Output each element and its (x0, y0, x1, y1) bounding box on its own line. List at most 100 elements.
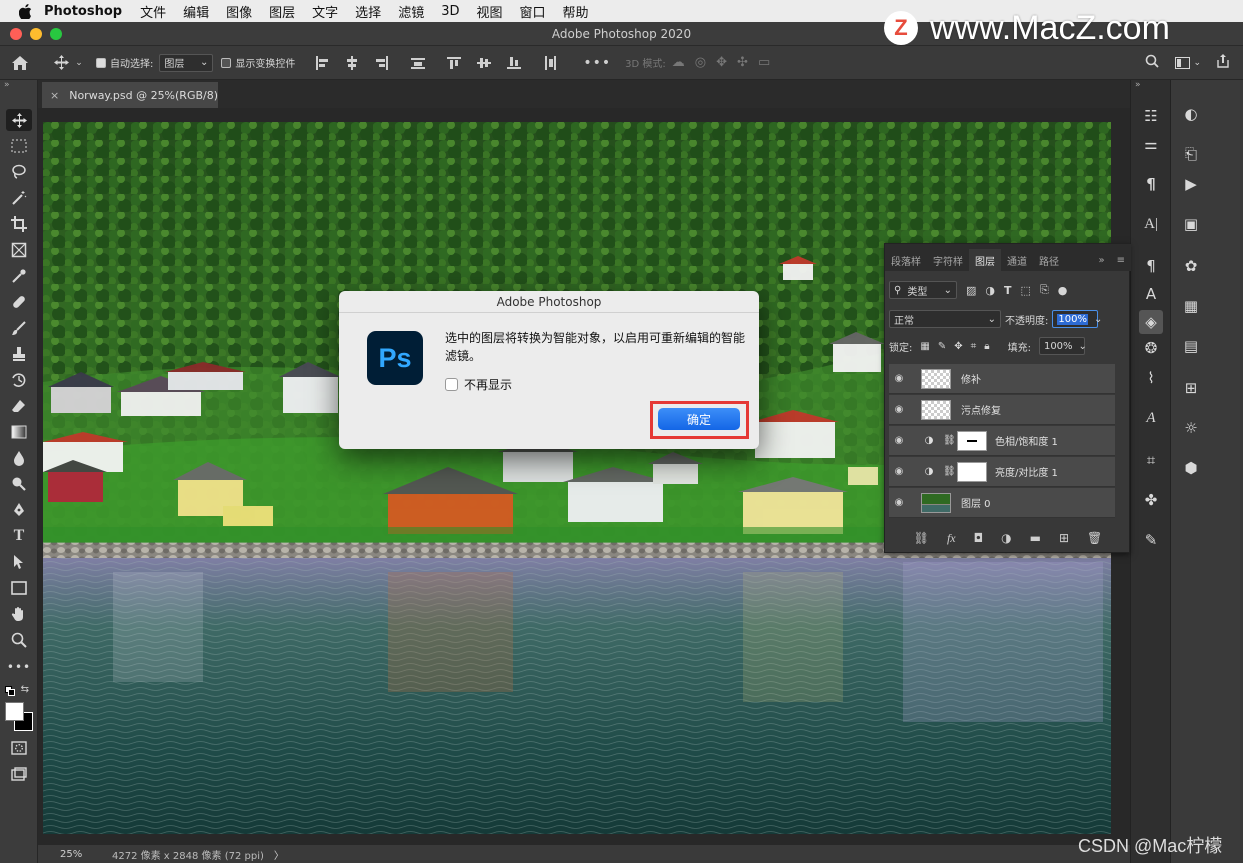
filter-shape-icon[interactable]: ⬚ (1021, 284, 1031, 297)
dont-show-again-option[interactable]: 不再显示 (445, 376, 512, 393)
align-top-icon[interactable] (447, 56, 462, 70)
new-adjustment-icon[interactable]: ◑ (1001, 531, 1011, 545)
color-swatches[interactable] (5, 702, 35, 732)
pen-tool[interactable] (6, 499, 32, 521)
character-styles-icon[interactable]: A (1139, 282, 1163, 306)
paths-icon[interactable]: ⌇ (1139, 366, 1163, 390)
ok-button[interactable]: 确定 (658, 408, 740, 430)
apple-icon[interactable] (16, 2, 34, 20)
move-tool-icon[interactable] (50, 55, 72, 70)
add-mask-icon[interactable]: ◘ (974, 531, 984, 545)
gradient-tool[interactable] (6, 421, 32, 443)
visibility-eye-icon[interactable]: ◉ (889, 373, 909, 384)
plugins-icon[interactable]: ✤ (1139, 488, 1163, 512)
filter-type-icon[interactable]: T (1004, 284, 1012, 297)
tab-paths[interactable]: 路径 (1033, 249, 1065, 271)
chevron-down-icon[interactable]: ⌄ (72, 58, 86, 68)
visibility-eye-icon[interactable]: ◉ (889, 435, 909, 446)
link-chain-icon[interactable]: ⛓ (943, 435, 956, 446)
filter-smart-object-icon[interactable]: ⎘ (1040, 283, 1049, 297)
layers-panel-icon[interactable]: ◈ (1139, 310, 1163, 334)
menu-view[interactable]: 视图 (476, 2, 502, 21)
lock-artboard-icon[interactable]: ⌗ (971, 341, 977, 352)
3d-cube-icon[interactable]: ⬢ (1179, 456, 1203, 480)
link-layers-icon[interactable]: ⛓ (914, 531, 929, 545)
lock-all-icon[interactable]: 🔒︎ (984, 341, 989, 352)
document-tab[interactable]: × Norway.psd @ 25%(RGB/8) (42, 82, 218, 108)
tab-channels[interactable]: 通道 (1001, 249, 1033, 271)
zoom-tool[interactable] (6, 629, 32, 651)
more-options-icon[interactable]: ••• (583, 55, 611, 71)
slide-3d-icon[interactable]: ✣ (737, 55, 748, 70)
collapse-dock-icon[interactable]: » (1135, 80, 1141, 90)
filter-pixel-icon[interactable]: ▨ (966, 284, 976, 297)
new-layer-icon[interactable]: ⊞ (1059, 531, 1069, 545)
styles-icon[interactable]: ⊞ (1179, 376, 1203, 400)
auto-select-checkbox[interactable] (96, 57, 106, 68)
tab-paragraph-styles[interactable]: 段落样 (885, 249, 927, 271)
brush-panel-icon[interactable]: ✎ (1139, 528, 1163, 552)
menu-edit[interactable]: 编辑 (183, 2, 209, 21)
share-icon[interactable] (1217, 54, 1229, 71)
paragraph-icon[interactable]: ¶ (1139, 172, 1163, 196)
menu-type[interactable]: 文字 (312, 2, 338, 21)
magic-wand-tool[interactable] (6, 187, 32, 209)
paragraph-styles-icon[interactable]: ¶ (1139, 254, 1163, 278)
auto-select-dropdown[interactable]: 图层 ⌄ (159, 53, 214, 72)
brightness-contrast-mask-thumbnail[interactable] (957, 461, 987, 482)
visibility-eye-icon[interactable]: ◉ (889, 466, 909, 477)
patterns-grid-icon[interactable]: ▦ (1179, 294, 1203, 318)
tab-character-styles[interactable]: 字符样 (927, 249, 969, 271)
app-menu[interactable]: Photoshop (44, 4, 122, 19)
fx-icon[interactable]: fx (947, 531, 956, 546)
quick-mask-icon[interactable] (6, 737, 32, 759)
scale-3d-icon[interactable]: ▭ (758, 55, 770, 70)
opacity-field[interactable]: 100% ⌄ (1052, 310, 1102, 328)
gradients-icon[interactable]: ▤ (1179, 334, 1203, 358)
tab-layers[interactable]: 图层 (969, 249, 1001, 271)
adjustments-sliders-icon[interactable]: ⚌ (1139, 132, 1163, 156)
healing-brush-tool[interactable] (6, 291, 32, 313)
layer-row[interactable]: ◉ ◑ ⛓ 色相/饱和度 1 (889, 426, 1115, 456)
channels-icon[interactable]: ❂ (1139, 336, 1163, 360)
collapse-panel-icon[interactable]: » (1092, 249, 1110, 271)
menu-3d[interactable]: 3D (441, 4, 459, 19)
marquee-tool[interactable] (6, 135, 32, 157)
layer-row[interactable]: ◉ 图层 0 (889, 488, 1115, 518)
filter-adjustment-icon[interactable]: ◑ (985, 284, 995, 297)
dodge-tool[interactable] (6, 473, 32, 495)
default-colors-icon[interactable]: ⇆ (5, 684, 31, 698)
panel-menu-icon[interactable]: ≡ (1111, 249, 1131, 271)
menu-filter[interactable]: 滤镜 (398, 2, 424, 21)
crop-panel-icon[interactable]: ⌗ (1139, 448, 1163, 472)
eyedropper-tool[interactable] (6, 265, 32, 287)
layer-name[interactable]: 图层 0 (961, 495, 991, 510)
type-tool[interactable]: T (6, 525, 32, 547)
menu-window[interactable]: 窗口 (520, 2, 546, 21)
move-tool[interactable] (6, 109, 32, 131)
zoom-level[interactable]: 25% (38, 849, 98, 860)
foreground-color-swatch[interactable] (5, 702, 24, 721)
layer-name[interactable]: 污点修复 (961, 402, 1001, 417)
layer-row[interactable]: ◉ 修补 (889, 364, 1115, 394)
layer-name[interactable]: 亮度/对比度 1 (995, 464, 1058, 479)
history-brush-tool[interactable] (6, 369, 32, 391)
hue-saturation-mask-thumbnail[interactable] (957, 430, 987, 451)
collapse-toolbar-icon[interactable]: » (4, 80, 10, 90)
chevron-right-icon[interactable]: 〉 (264, 847, 284, 862)
properties-icon[interactable]: ☷ (1139, 104, 1163, 128)
trash-icon[interactable]: 🗑︎ (1087, 531, 1102, 545)
lock-transparent-icon[interactable]: ▦ (920, 341, 929, 352)
lock-position-icon[interactable]: ✥ (954, 341, 962, 352)
dont-show-again-checkbox[interactable] (445, 378, 458, 391)
lasso-tool[interactable] (6, 161, 32, 183)
libraries-icon[interactable]: ▣ (1179, 212, 1203, 236)
home-icon[interactable] (0, 55, 40, 70)
brush-tool[interactable] (6, 317, 32, 339)
filter-toggle-icon[interactable]: ● (1058, 284, 1068, 297)
layer-name[interactable]: 色相/饱和度 1 (995, 433, 1058, 448)
workspace-icon[interactable]: ⌄ (1175, 56, 1201, 69)
frame-tool[interactable] (6, 239, 32, 261)
close-tab-icon[interactable]: × (50, 89, 59, 102)
align-bottom-icon[interactable] (507, 56, 522, 70)
